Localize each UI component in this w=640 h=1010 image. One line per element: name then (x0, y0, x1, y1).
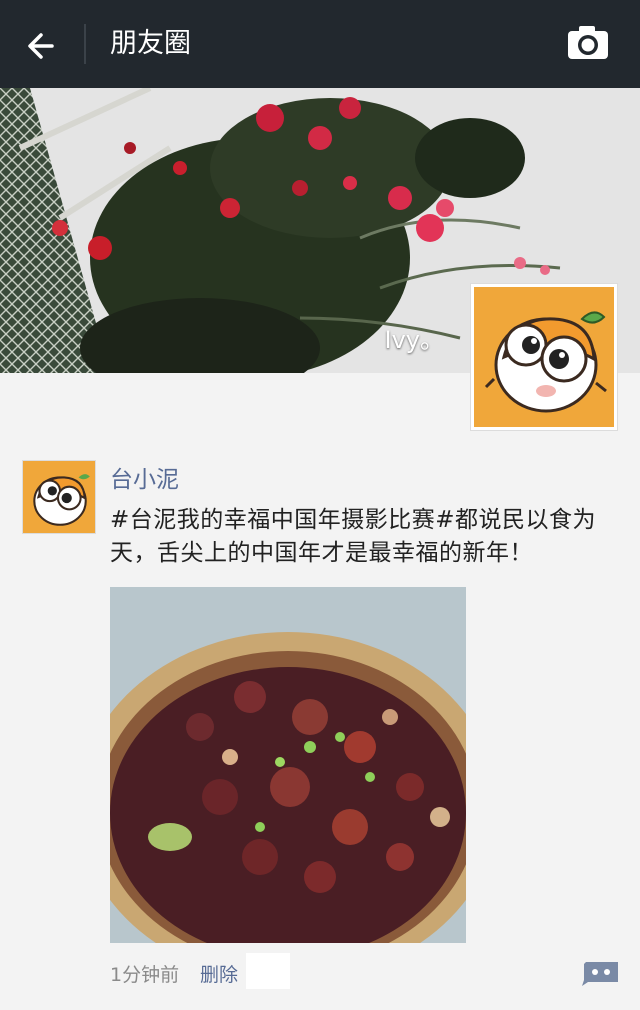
cover-nickname: Ivy。 (384, 326, 444, 354)
camera-icon (568, 26, 608, 59)
camera-button[interactable] (566, 24, 612, 64)
page-title: 朋友圈 (110, 28, 191, 59)
hamster-avatar-icon (23, 461, 95, 533)
hamster-avatar-icon (474, 287, 614, 427)
comment-bubble-icon (582, 962, 618, 986)
delete-link[interactable]: 删除 (200, 960, 238, 987)
profile-avatar[interactable] (470, 283, 618, 431)
post-text: #台泥我的幸福中国年摄影比赛#都说民以食为天，舌尖上的中国年才是最幸福的新年！ (110, 507, 597, 566)
post-photo[interactable] (110, 587, 466, 943)
post-author-name[interactable]: 台小泥 (110, 464, 179, 496)
back-button[interactable] (22, 26, 62, 66)
comment-button[interactable] (582, 960, 620, 986)
top-bar: 朋友圈 (0, 0, 640, 88)
post-timestamp: 1分钟前 (110, 964, 180, 986)
food-photo (110, 587, 466, 943)
blank-patch (246, 953, 290, 989)
author-avatar[interactable] (22, 460, 96, 534)
title-divider (84, 24, 86, 64)
arrow-left-icon (28, 33, 54, 59)
